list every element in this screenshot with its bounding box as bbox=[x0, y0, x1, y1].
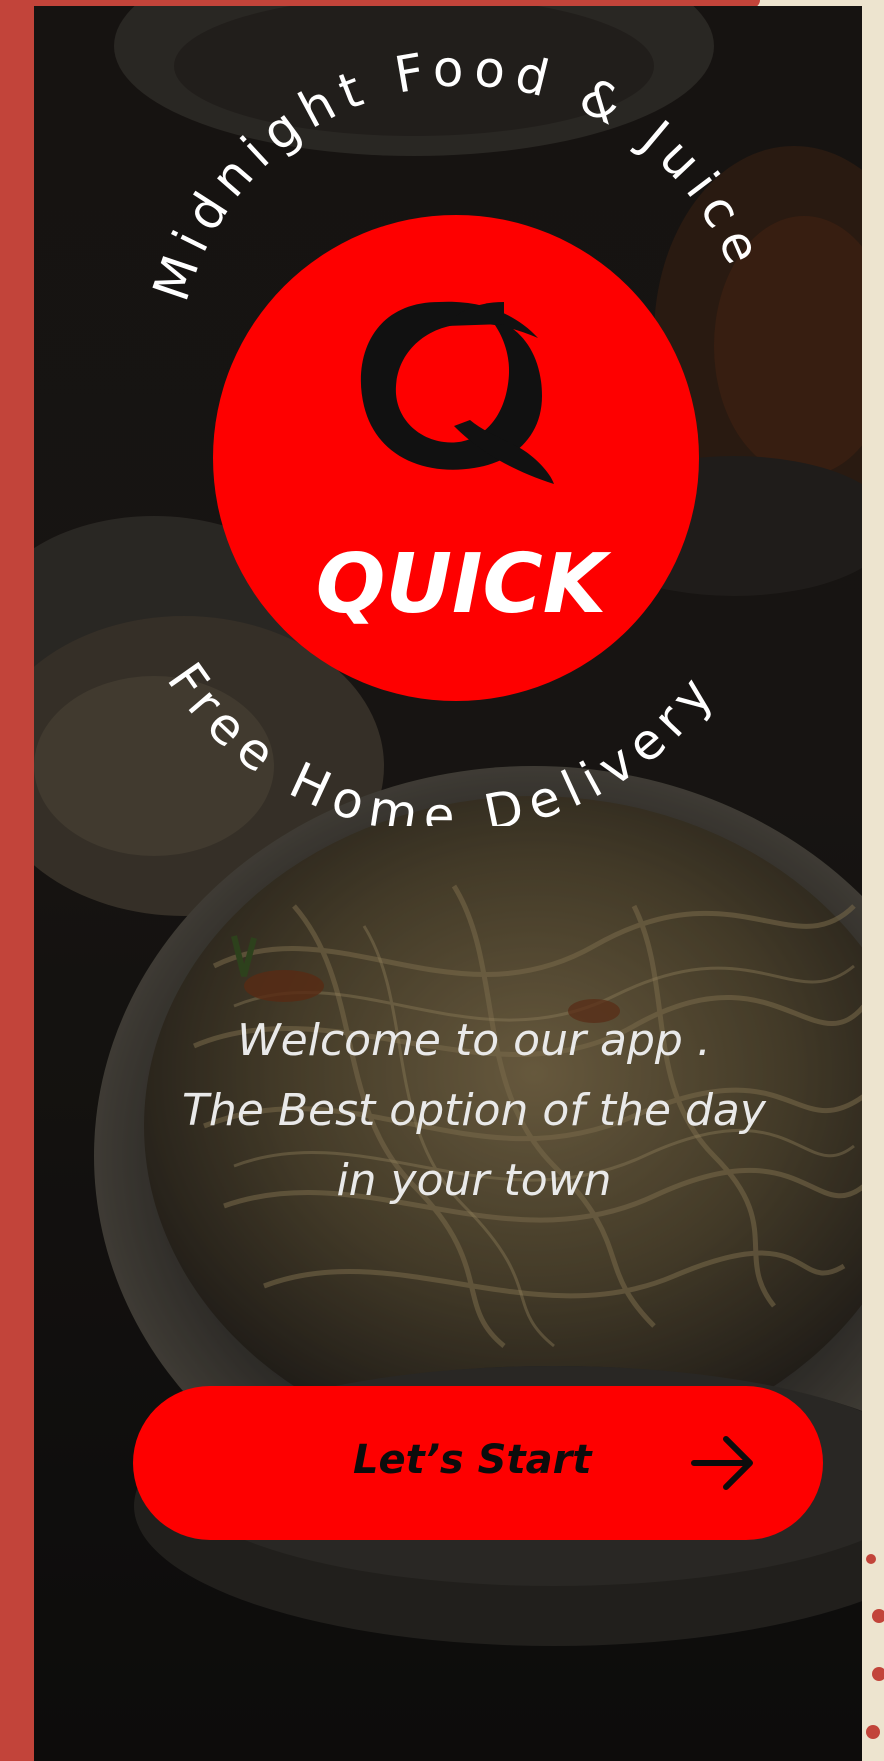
brand-name: QUICK bbox=[316, 537, 612, 632]
lets-start-button[interactable]: Let’s Start bbox=[133, 1386, 823, 1540]
screen: QUICK Midnight Food & Juice Free Home De… bbox=[0, 0, 884, 1761]
decorative-dot bbox=[872, 1609, 884, 1623]
welcome-line: The Best option of the day bbox=[182, 1085, 766, 1136]
welcome-line: in your town bbox=[336, 1155, 612, 1206]
lets-start-label: Let’s Start bbox=[353, 1437, 592, 1483]
welcome-message: Welcome to our app . The Best option of … bbox=[114, 1006, 834, 1216]
brand-logo-group: QUICK Midnight Food & Juice Free Home De… bbox=[142, 39, 767, 826]
decorative-dot bbox=[866, 1725, 880, 1739]
decorative-side-band bbox=[0, 0, 34, 1761]
splash-screen: QUICK Midnight Food & Juice Free Home De… bbox=[34, 6, 862, 1761]
decorative-dot bbox=[872, 1667, 884, 1681]
arrow-right-icon bbox=[691, 1436, 753, 1490]
decorative-dot bbox=[866, 1554, 876, 1564]
welcome-line: Welcome to our app . bbox=[237, 1015, 711, 1066]
